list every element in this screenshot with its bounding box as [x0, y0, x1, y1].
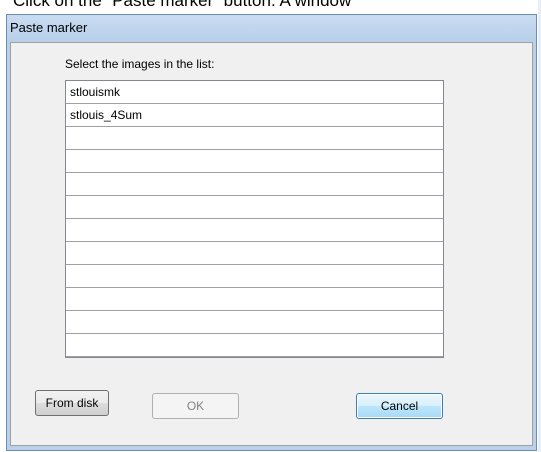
window-title: Paste marker	[10, 20, 88, 35]
list-item[interactable]	[66, 311, 443, 334]
instruction-caption: Click on the “Paste marker” button. A wi…	[13, 0, 352, 10]
list-item[interactable]	[66, 173, 443, 196]
paste-marker-dialog: Paste marker Select the images in the li…	[6, 14, 537, 451]
list-item[interactable]	[66, 334, 443, 357]
cancel-button[interactable]: Cancel	[356, 393, 443, 419]
list-item[interactable]: stlouis_4Sum	[66, 104, 443, 127]
ok-button[interactable]: OK	[152, 393, 239, 419]
list-item[interactable]	[66, 265, 443, 288]
from-disk-button[interactable]: From disk	[35, 390, 109, 416]
list-item[interactable]	[66, 127, 443, 150]
dialog-client-area: Select the images in the list: stlouismk…	[10, 42, 533, 446]
screenshot-page: Click on the “Paste marker” button. A wi…	[0, 0, 541, 452]
images-listbox[interactable]: stlouismk stlouis_4Sum	[65, 80, 444, 358]
title-bar[interactable]: Paste marker	[7, 15, 536, 43]
list-item[interactable]: stlouismk	[66, 81, 443, 104]
list-item[interactable]	[66, 219, 443, 242]
list-item[interactable]	[66, 150, 443, 173]
list-item[interactable]	[66, 242, 443, 265]
list-item[interactable]	[66, 196, 443, 219]
list-prompt-label: Select the images in the list:	[65, 57, 215, 71]
list-item[interactable]	[66, 288, 443, 311]
